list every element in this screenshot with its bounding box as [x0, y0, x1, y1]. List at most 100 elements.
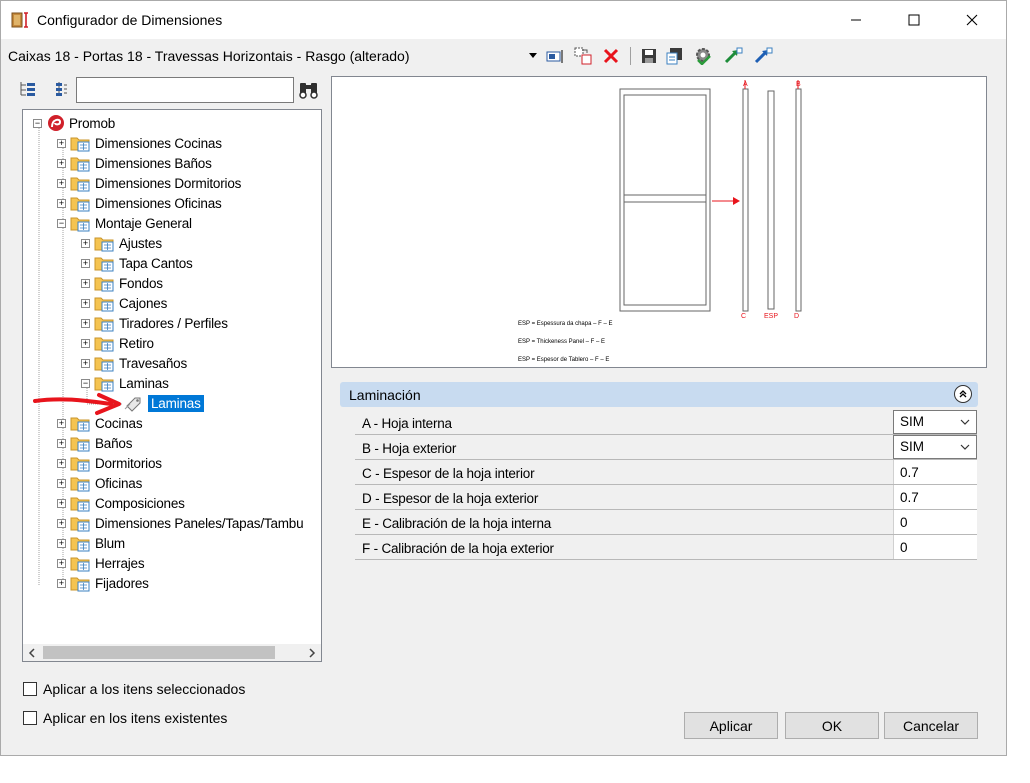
- apply-existing-option[interactable]: Aplicar en los itens existentes: [23, 710, 227, 726]
- settings-button[interactable]: [693, 46, 713, 66]
- expand-icon[interactable]: +: [57, 438, 66, 448]
- apply-selected-option[interactable]: Aplicar a los itens seleccionados: [23, 681, 245, 697]
- expand-icon[interactable]: +: [57, 198, 66, 208]
- scroll-left-icon[interactable]: [28, 648, 36, 658]
- tree-root[interactable]: − Promob: [33, 113, 115, 133]
- property-input[interactable]: 0.7: [893, 460, 977, 484]
- tree-item[interactable]: + Blum: [57, 533, 125, 553]
- cancel-button[interactable]: Cancelar: [884, 712, 978, 739]
- folder-icon: [70, 577, 90, 592]
- combo-dropdown-icon[interactable]: [529, 53, 537, 59]
- tree-item[interactable]: − Montaje General: [57, 213, 192, 233]
- tree-item[interactable]: + Dimensiones Dormitorios: [57, 173, 241, 193]
- expand-icon[interactable]: +: [81, 258, 90, 268]
- tree-item[interactable]: − Laminas: [81, 373, 169, 393]
- property-input[interactable]: 0.7: [893, 485, 977, 509]
- laminacion-group-header[interactable]: Laminación: [340, 382, 978, 407]
- expand-icon[interactable]: +: [57, 178, 66, 188]
- import-button[interactable]: [723, 46, 743, 66]
- tree-item[interactable]: + Fondos: [81, 273, 163, 293]
- folder-icon: [70, 457, 90, 472]
- expand-icon[interactable]: +: [57, 518, 66, 528]
- scroll-thumb[interactable]: [43, 646, 275, 659]
- expand-icon[interactable]: +: [81, 358, 90, 368]
- collapse-all-button[interactable]: [55, 81, 69, 97]
- minimize-button[interactable]: [833, 1, 879, 39]
- scroll-right-icon[interactable]: [308, 648, 316, 658]
- panel-drawing: A B C ESP D ESP = Espessura da chapa – F…: [518, 80, 802, 363]
- tree-item[interactable]: + Dimensiones Cocinas: [57, 133, 222, 153]
- minimize-icon: [851, 19, 861, 21]
- tree-item[interactable]: + Tiradores / Perfiles: [81, 313, 228, 333]
- expand-icon[interactable]: +: [57, 158, 66, 168]
- legend-line-2: ESP = Thickeness Panel – F – E: [518, 339, 605, 345]
- tree-item[interactable]: + Ajustes: [81, 233, 162, 253]
- tree-item-label: Retiro: [119, 335, 154, 351]
- tree-item[interactable]: + Baños: [57, 433, 132, 453]
- collapse-icon[interactable]: −: [81, 378, 90, 388]
- tree-item[interactable]: + Dimensiones Oficinas: [57, 193, 222, 213]
- binoculars-icon[interactable]: [297, 79, 321, 101]
- property-value: SIM: [900, 439, 925, 454]
- save-icon: [642, 49, 656, 63]
- expand-icon[interactable]: +: [81, 338, 90, 348]
- tree-item[interactable]: + Dimensiones Baños: [57, 153, 212, 173]
- tree-item[interactable]: + Fijadores: [57, 573, 149, 593]
- tree-item[interactable]: + Tapa Cantos: [81, 253, 193, 273]
- tree-item[interactable]: Laminas: [123, 393, 204, 413]
- property-select[interactable]: SIM: [893, 435, 977, 459]
- tree-item[interactable]: + Oficinas: [57, 473, 142, 493]
- tree-item[interactable]: + Dimensiones Paneles/Tapas/Tambu: [57, 513, 304, 533]
- expand-icon[interactable]: +: [57, 478, 66, 488]
- tree-item[interactable]: + Cajones: [81, 293, 167, 313]
- tree-item-label: Fijadores: [95, 575, 149, 591]
- tree-item[interactable]: + Retiro: [81, 333, 154, 353]
- export-button[interactable]: [665, 46, 685, 66]
- expand-icon[interactable]: +: [57, 558, 66, 568]
- folder-icon: [94, 237, 114, 252]
- expand-icon[interactable]: +: [81, 318, 90, 328]
- collapse-icon[interactable]: −: [33, 118, 42, 128]
- chevron-down-icon[interactable]: [960, 444, 970, 450]
- tree-item[interactable]: + Dormitorios: [57, 453, 162, 473]
- config-combo[interactable]: Caixas 18 - Portas 18 - Travessas Horizo…: [8, 48, 410, 64]
- close-button[interactable]: [949, 1, 995, 39]
- collapse-icon[interactable]: −: [57, 218, 66, 228]
- rename-button[interactable]: [545, 46, 565, 66]
- horizontal-scrollbar[interactable]: [23, 644, 321, 661]
- upload-button[interactable]: [753, 46, 773, 66]
- expand-icon[interactable]: +: [57, 538, 66, 548]
- ok-button[interactable]: OK: [785, 712, 879, 739]
- expand-icon[interactable]: +: [57, 418, 66, 428]
- tree-view[interactable]: − Promob + Dimensiones Cocinas + Dimensione…: [22, 109, 322, 662]
- expand-all-button[interactable]: [19, 81, 37, 97]
- property-input[interactable]: 0: [893, 535, 977, 559]
- maximize-button[interactable]: [891, 1, 937, 39]
- property-input[interactable]: 0: [893, 510, 977, 534]
- property-row: C - Espesor de la hoja interior 0.7: [355, 460, 977, 485]
- folder-icon: [70, 157, 90, 172]
- expand-icon[interactable]: +: [57, 498, 66, 508]
- chevron-down-icon[interactable]: [960, 419, 970, 425]
- apply-selected-checkbox[interactable]: [23, 682, 37, 696]
- expand-icon[interactable]: +: [57, 458, 66, 468]
- tree-item-label: Baños: [95, 435, 133, 451]
- tree-item[interactable]: + Herrajes: [57, 553, 145, 573]
- tree-item[interactable]: + Composiciones: [57, 493, 185, 513]
- expand-icon[interactable]: +: [81, 298, 90, 308]
- expand-icon[interactable]: +: [81, 238, 90, 248]
- copy-button[interactable]: [573, 46, 593, 66]
- search-input[interactable]: [76, 77, 294, 103]
- expand-icon[interactable]: +: [57, 138, 66, 148]
- dialog-window: Configurador de Dimensiones Caixas 18 - …: [0, 0, 1007, 756]
- delete-button[interactable]: [601, 46, 621, 66]
- save-button[interactable]: [639, 46, 659, 66]
- property-select[interactable]: SIM: [893, 410, 977, 434]
- collapse-group-button[interactable]: [954, 385, 972, 403]
- expand-icon[interactable]: +: [81, 278, 90, 288]
- expand-icon[interactable]: +: [57, 578, 66, 588]
- apply-existing-checkbox[interactable]: [23, 711, 37, 725]
- tree-item-label: Laminas: [119, 375, 169, 391]
- apply-button[interactable]: Aplicar: [684, 712, 778, 739]
- tree-item[interactable]: + Travesaños: [81, 353, 187, 373]
